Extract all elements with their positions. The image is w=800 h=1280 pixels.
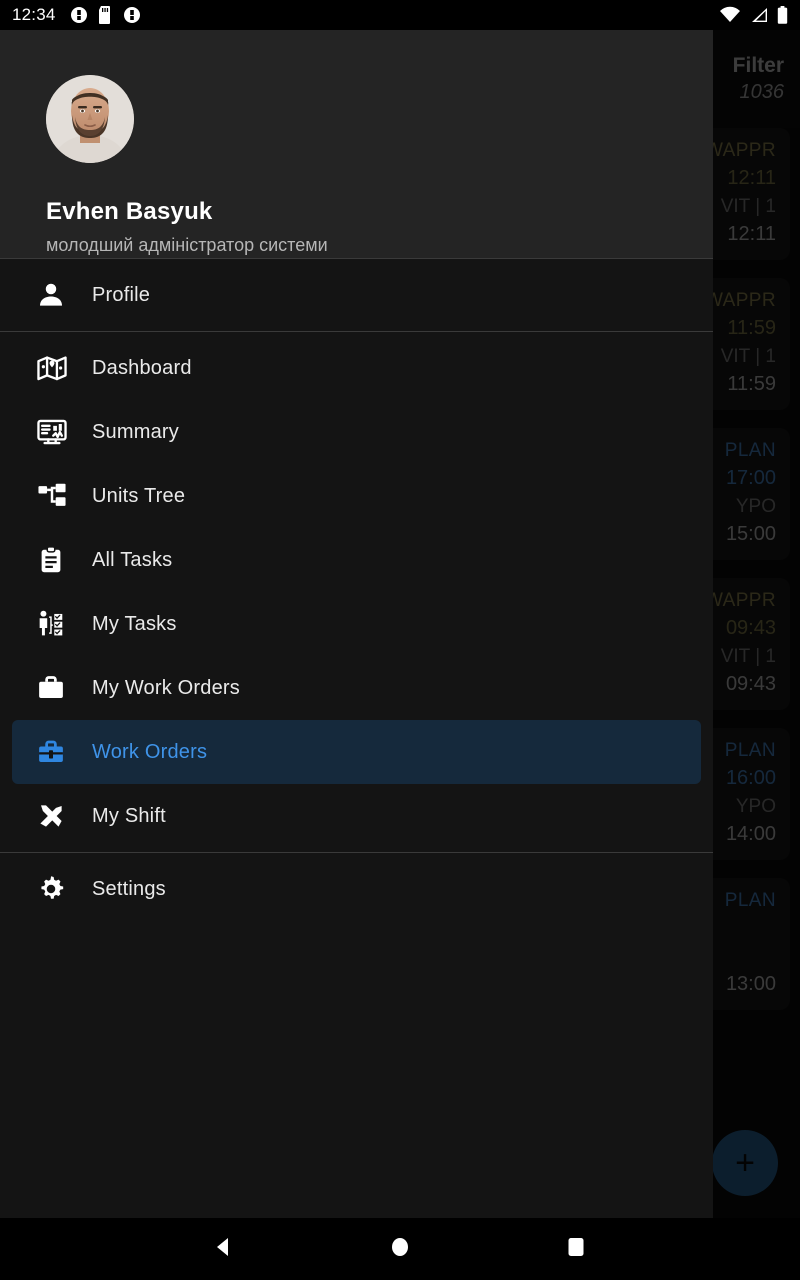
- navigation-drawer: Evhen Basyuk молодший адміністратор сист…: [0, 30, 713, 1250]
- map-icon: [36, 352, 76, 384]
- person-tasks-icon: [36, 608, 76, 640]
- sidebar-item-summary[interactable]: Summary: [12, 400, 701, 464]
- sidebar-item-profile[interactable]: Profile: [12, 263, 701, 327]
- nav-group-profile: Profile: [0, 259, 713, 331]
- user-name: Evhen Basyuk: [46, 198, 213, 225]
- tools-icon: [36, 801, 76, 831]
- recents-square-icon[interactable]: [563, 1234, 589, 1265]
- sidebar-item-work-orders[interactable]: Work Orders: [12, 720, 701, 784]
- home-circle-icon[interactable]: [387, 1234, 413, 1265]
- status-bar-system-icons: [719, 6, 788, 24]
- status-bar: 12:34: [0, 0, 800, 30]
- sidebar-item-settings[interactable]: Settings: [12, 857, 701, 921]
- clipboard-icon: [36, 545, 76, 575]
- monitor-chart-icon: [36, 416, 76, 448]
- sidebar-item-label: My Shift: [92, 804, 166, 827]
- nav-group-settings: Settings: [0, 853, 713, 925]
- sidebar-item-label: My Work Orders: [92, 676, 240, 699]
- sidebar-item-label: All Tasks: [92, 548, 173, 571]
- avatar[interactable]: [46, 75, 134, 163]
- cellular-signal-icon: [752, 8, 767, 22]
- notification-icon: [123, 7, 140, 23]
- briefcase-icon: [36, 673, 76, 703]
- notification-icon: [70, 7, 87, 23]
- sidebar-item-label: Settings: [92, 877, 166, 900]
- back-triangle-icon[interactable]: [211, 1234, 237, 1265]
- status-bar-clock: 12:34: [12, 5, 56, 24]
- wifi-icon: [720, 6, 740, 22]
- sd-card-icon: [98, 6, 110, 24]
- sidebar-item-units-tree[interactable]: Units Tree: [12, 464, 701, 528]
- sidebar-item-label: My Tasks: [92, 612, 177, 635]
- sidebar-item-my-work-orders[interactable]: My Work Orders: [12, 656, 701, 720]
- sidebar-item-my-tasks[interactable]: My Tasks: [12, 592, 701, 656]
- sidebar-item-dashboard[interactable]: Dashboard: [12, 336, 701, 400]
- org-tree-icon: [36, 480, 76, 512]
- sidebar-item-label: Profile: [92, 283, 151, 306]
- person-icon: [36, 280, 76, 310]
- sidebar-item-label: Summary: [92, 420, 179, 443]
- sidebar-item-label: Dashboard: [92, 356, 192, 379]
- sidebar-item-all-tasks[interactable]: All Tasks: [12, 528, 701, 592]
- nav-group-main: Dashboard Summary Units Tree All Tasks My Ta…: [0, 332, 713, 852]
- drawer-header: Evhen Basyuk молодший адміністратор сист…: [0, 30, 713, 258]
- status-bar-notification-icons: [70, 6, 141, 24]
- gear-icon: [36, 874, 76, 904]
- battery-icon: [777, 6, 788, 24]
- toolbox-icon: [36, 737, 76, 767]
- system-navigation-bar: [0, 1218, 800, 1280]
- sidebar-item-my-shift[interactable]: My Shift: [12, 784, 701, 848]
- sidebar-item-label: Work Orders: [92, 740, 208, 763]
- user-role: молодший адміністратор системи: [46, 235, 328, 255]
- sidebar-item-label: Units Tree: [92, 484, 186, 507]
